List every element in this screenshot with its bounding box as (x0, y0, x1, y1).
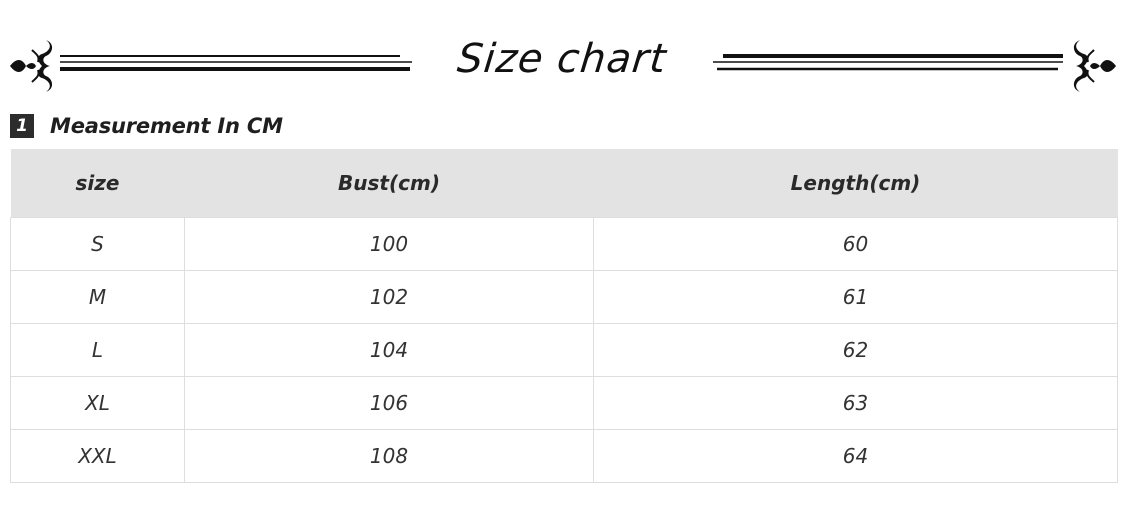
length-cell: 64 (593, 429, 1118, 483)
table-header-row: size Bust(cm) Length(cm) (10, 149, 1118, 218)
table-row: XL 106 63 (10, 376, 1118, 430)
table-row: XXL 108 64 (10, 429, 1118, 483)
size-cell: M (10, 270, 185, 324)
size-cell: L (10, 323, 185, 377)
section-heading: 1 Measurement In CM (10, 113, 283, 139)
left-flourish-icon (10, 40, 53, 92)
column-header-bust: Bust(cm) (184, 149, 594, 218)
length-cell: 60 (593, 217, 1118, 271)
size-table: size Bust(cm) Length(cm) S 100 60 M 102 … (10, 149, 1118, 483)
right-flourish-icon (1073, 40, 1116, 92)
bust-cell: 102 (184, 270, 594, 324)
column-header-size: size (10, 149, 185, 218)
bust-cell: 106 (184, 376, 594, 430)
length-cell: 63 (593, 376, 1118, 430)
section-number-badge: 1 (10, 114, 34, 138)
bust-cell: 108 (184, 429, 594, 483)
table-row: M 102 61 (10, 270, 1118, 324)
column-header-length: Length(cm) (593, 149, 1118, 218)
left-divider-lines (60, 55, 412, 71)
size-chart-title: Size chart (455, 36, 669, 82)
bust-cell: 104 (184, 323, 594, 377)
bust-cell: 100 (184, 217, 594, 271)
length-cell: 62 (593, 323, 1118, 377)
length-cell: 61 (593, 270, 1118, 324)
size-cell: XXL (10, 429, 185, 483)
table-row: S 100 60 (10, 217, 1118, 271)
size-cell: XL (10, 376, 185, 430)
size-chart-banner: Size chart (0, 28, 1125, 108)
section-title: Measurement In CM (50, 114, 283, 138)
right-divider-lines (713, 54, 1063, 71)
size-cell: S (10, 217, 185, 271)
table-row: L 104 62 (10, 323, 1118, 377)
